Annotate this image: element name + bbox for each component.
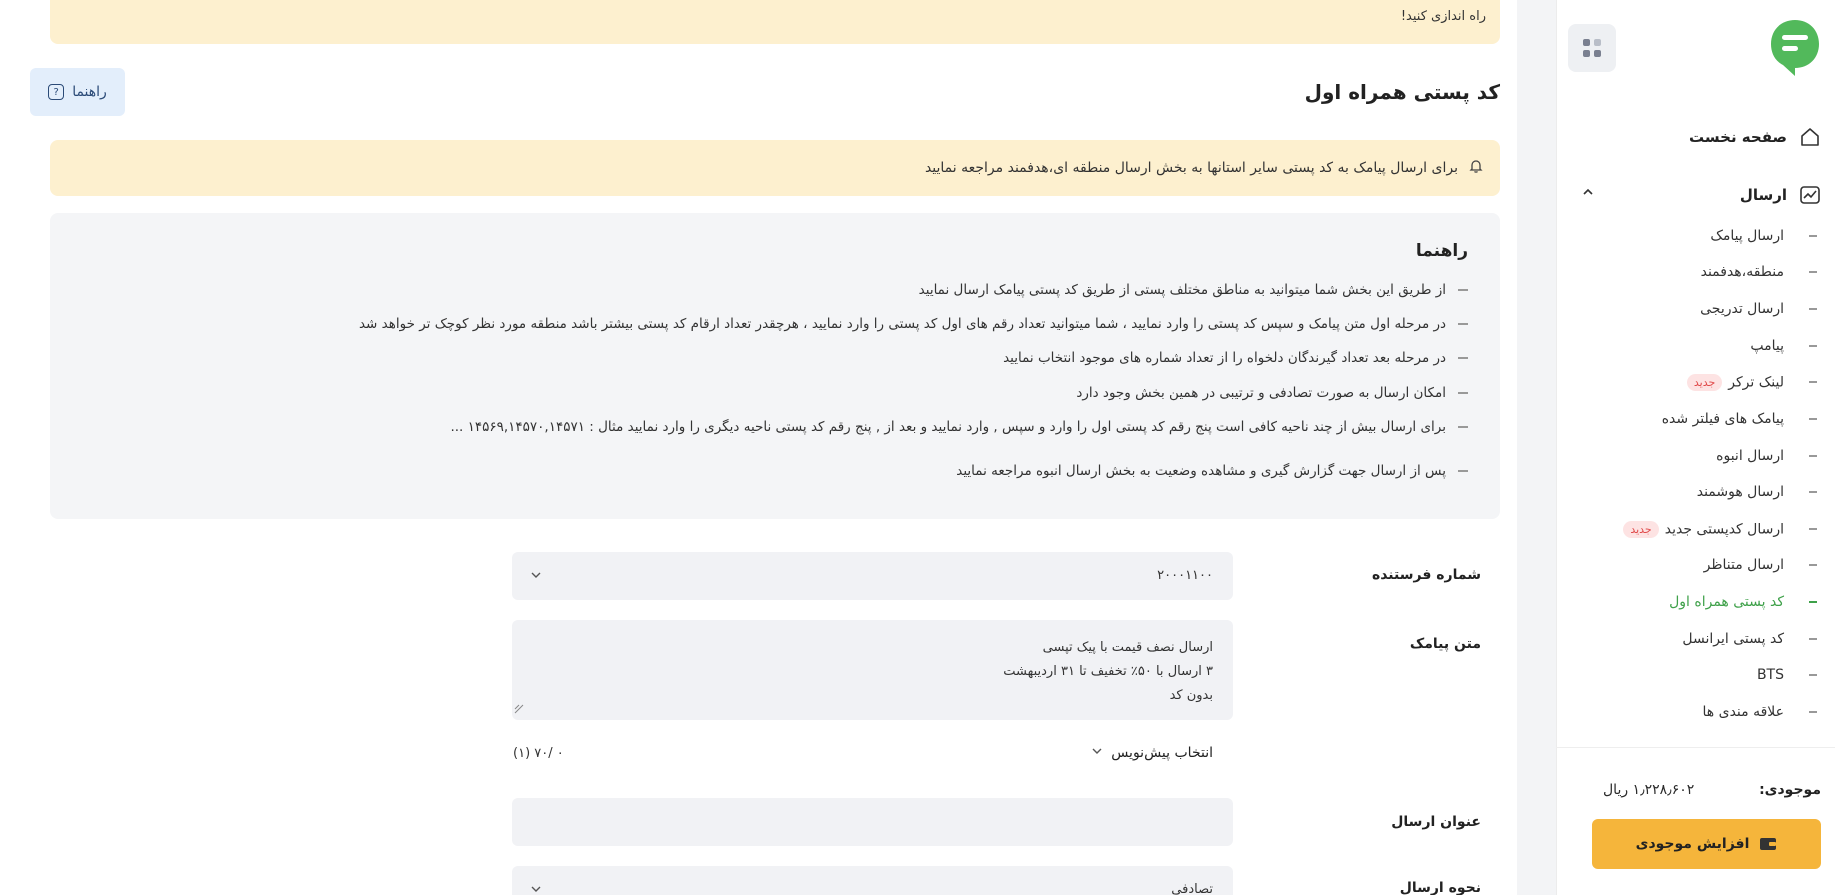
resize-handle-icon[interactable]: [514, 703, 524, 718]
sidebar-item-label: علاقه مندی ها: [1702, 704, 1784, 720]
apps-grid-button[interactable]: [1568, 24, 1616, 72]
sidebar-item-label: پیامپ: [1750, 338, 1784, 354]
sidebar-item-label: ارسال پیامک: [1710, 228, 1784, 244]
draft-select[interactable]: انتخاب پیش‌نویس: [1091, 745, 1213, 761]
sidebar-item-targeted[interactable]: منطقه،هدفمند: [1556, 259, 1835, 285]
sidebar-item-label: ارسال انبوه: [1716, 448, 1784, 464]
sidebar-item-send-sms[interactable]: ارسال پیامک: [1556, 223, 1835, 249]
guide-title: راهنما: [1415, 241, 1468, 261]
subject-input[interactable]: [512, 798, 1233, 846]
sidebar-item-label: کد پستی همراه اول: [1669, 594, 1784, 610]
nav-home[interactable]: صفحه نخست: [1581, 124, 1821, 150]
top-warning-banner: راه اندازی کنید!: [50, 0, 1500, 44]
guide-item: امکان ارسال به صورت تصادفی و ترتیبی در ه…: [1076, 385, 1468, 401]
guide-item: برای ارسال بیش از چند ناحیه کافی است پنج…: [450, 419, 1468, 435]
balance-value: ۱٫۲۲۸٫۶۰۲ ریال: [1603, 782, 1695, 798]
help-label: راهنما: [72, 84, 107, 100]
nav-send-label: ارسال: [1739, 186, 1787, 204]
chevron-down-icon: [530, 883, 542, 895]
sidebar-item-filtered[interactable]: پیامک های فیلتر شده: [1556, 406, 1835, 432]
mode-value: تصادفی: [1171, 882, 1213, 895]
balance-row: موجودی: ۱٫۲۲۸٫۶۰۲ ریال: [1603, 782, 1821, 802]
sidebar-divider: [1556, 747, 1835, 748]
sidebar-item-new-postal[interactable]: ارسال کدپستی جدید جدید: [1556, 516, 1835, 542]
sidebar-item-label: BTS: [1756, 667, 1784, 683]
mode-label: نحوه ارسال: [1399, 880, 1481, 895]
sidebar: صفحه نخست ارسال ارسال پیامک منطقه،هدفمند…: [1556, 0, 1835, 895]
sidebar-item-link-tracker[interactable]: لینک ترکر جدید: [1556, 369, 1835, 395]
balance-label: موجودی:: [1759, 782, 1821, 798]
sidebar-item-label: ارسال کدپستی جدید: [1664, 521, 1784, 537]
question-icon: ?: [48, 84, 65, 100]
sidebar-item-label: لینک ترکر: [1728, 374, 1784, 390]
guide-panel: راهنما از طریق این بخش شما میتوانید به م…: [50, 213, 1500, 519]
sidebar-item-favorites[interactable]: علاقه مندی ها: [1556, 699, 1835, 725]
guide-item: در مرحله اول متن پیامک و سپس کد پستی را …: [359, 316, 1468, 332]
new-badge: جدید: [1686, 373, 1723, 391]
guide-item: از طریق این بخش شما میتوانید به مناطق مخ…: [919, 282, 1468, 298]
sidebar-item-label: پیامک های فیلتر شده: [1661, 411, 1784, 427]
sender-label: شماره فرستنده: [1371, 567, 1481, 583]
sidebar-item-bts[interactable]: BTS: [1556, 662, 1835, 688]
sidebar-item-label: منطقه،هدفمند: [1700, 264, 1784, 280]
sender-select[interactable]: ۲۰۰۰۱۱۰۰: [512, 552, 1233, 600]
sidebar-item-bulk[interactable]: ارسال انبوه: [1556, 443, 1835, 469]
logo-icon[interactable]: [1769, 18, 1821, 76]
grid-icon: [1583, 39, 1601, 57]
message-textarea[interactable]: ارسال نصف قیمت با پیک تپسی ۳ ارسال با ۵۰…: [512, 620, 1233, 720]
guide-item: پس از ارسال جهت گزارش گیری و مشاهده وضعی…: [956, 463, 1468, 479]
sidebar-item-irancell-postal[interactable]: کد پستی ایرانسل: [1556, 626, 1835, 652]
chevron-up-icon[interactable]: [1581, 185, 1595, 203]
wallet-icon: [1760, 838, 1777, 850]
sidebar-item-gradual[interactable]: ارسال تدریجی: [1556, 296, 1835, 322]
chevron-down-icon: [1091, 745, 1103, 761]
topup-button[interactable]: افزایش موجودی: [1592, 819, 1821, 869]
sidebar-item-matched[interactable]: ارسال متناظر: [1556, 552, 1835, 578]
sidebar-item-label: ارسال هوشمند: [1696, 484, 1784, 500]
nav-home-label: صفحه نخست: [1688, 128, 1787, 146]
mode-select[interactable]: تصادفی: [512, 866, 1233, 895]
sidebar-item-label: ارسال تدریجی: [1700, 301, 1784, 317]
subject-label: عنوان ارسال: [1391, 814, 1481, 830]
message-label: متن پیامک: [1409, 636, 1481, 652]
guide-item: در مرحله بعد تعداد گیرندگان دلخواه را از…: [1003, 350, 1468, 366]
nav-send-group[interactable]: ارسال: [1581, 182, 1821, 208]
message-text: ارسال نصف قیمت با پیک تپسی ۳ ارسال با ۵۰…: [1003, 640, 1213, 703]
sender-value: ۲۰۰۰۱۱۰۰: [1157, 568, 1213, 583]
home-icon: [1799, 126, 1821, 148]
new-badge: جدید: [1623, 520, 1659, 538]
sidebar-item-smart[interactable]: ارسال هوشمند: [1556, 479, 1835, 505]
notice-text: برای ارسال پیامک به کد پستی سایر استانها…: [924, 160, 1458, 176]
char-counter: ۰ /۷۰ (۱): [513, 746, 564, 761]
sidebar-item-label: ارسال متناظر: [1703, 557, 1784, 573]
help-button[interactable]: راهنما ?: [30, 68, 125, 116]
sidebar-item-mci-postal[interactable]: کد پستی همراه اول: [1556, 589, 1835, 615]
sidebar-item-label: کد پستی ایرانسل: [1682, 631, 1784, 647]
chevron-down-icon: [530, 569, 542, 585]
bell-icon: [1468, 158, 1484, 178]
top-warning-text: راه اندازی کنید!: [1400, 9, 1486, 24]
send-chart-icon: [1799, 184, 1821, 206]
page-title: کد پستی همراه اول: [1304, 80, 1500, 104]
sidebar-item-payamp[interactable]: پیامپ: [1556, 333, 1835, 359]
draft-label: انتخاب پیش‌نویس: [1111, 745, 1213, 761]
notice-banner: برای ارسال پیامک به کد پستی سایر استانها…: [50, 140, 1500, 196]
topup-label: افزایش موجودی: [1635, 836, 1750, 852]
